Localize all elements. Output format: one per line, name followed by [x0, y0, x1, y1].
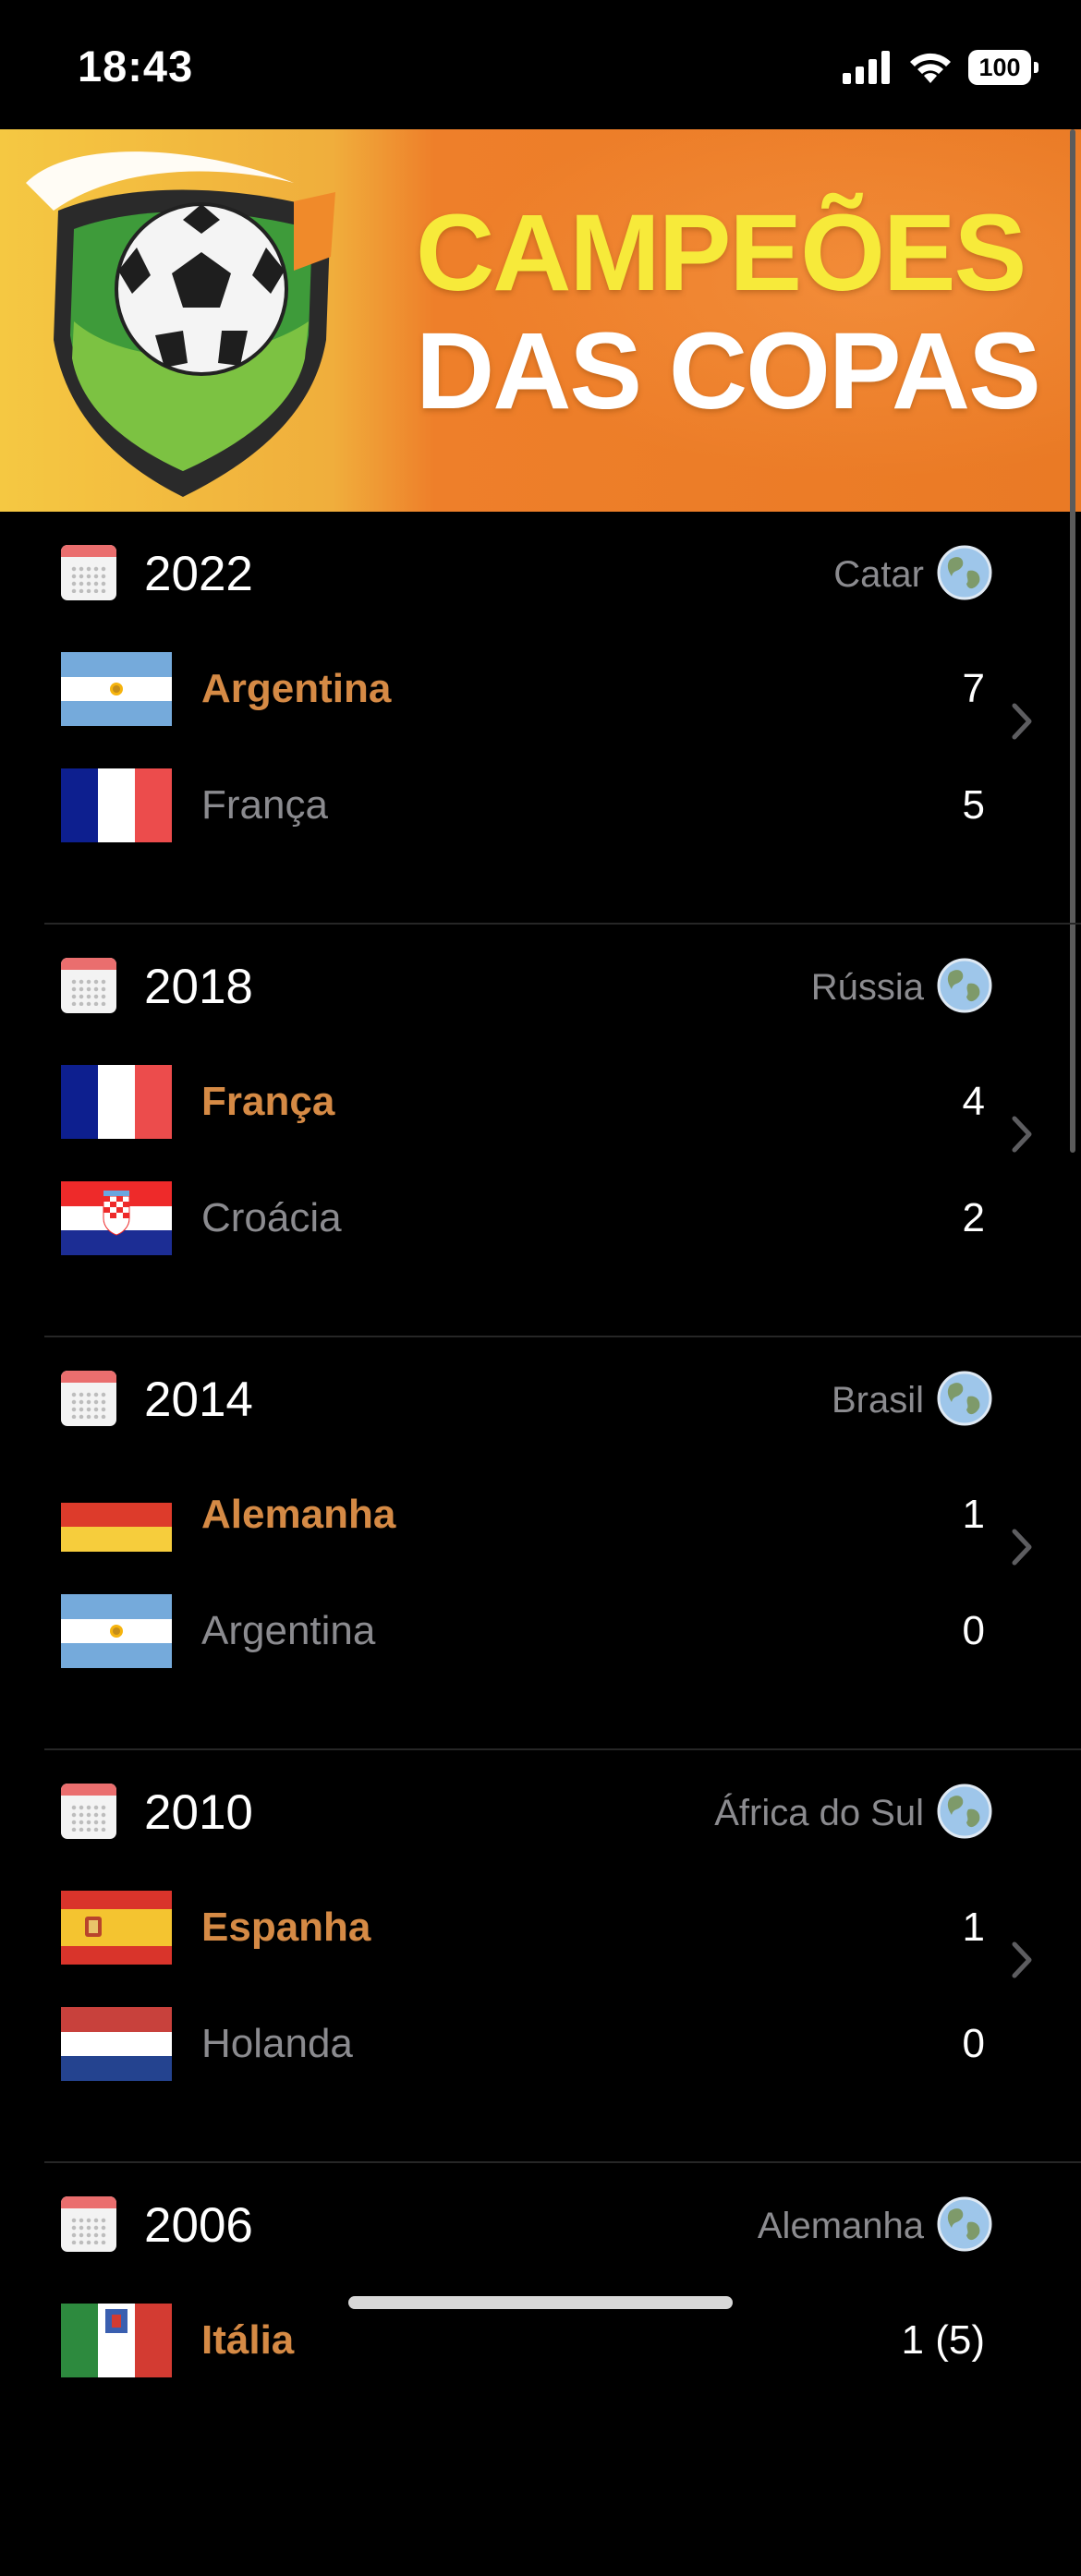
list-item[interactable]: 2010 África do Sul Espanha 1 Holanda 0	[0, 1750, 1081, 2163]
flag-argentina-icon	[61, 1594, 172, 1668]
runner-up-name: Argentina	[201, 1608, 376, 1653]
winner-name: Espanha	[201, 1905, 371, 1950]
runner-up-score: 5	[962, 782, 985, 828]
winner-name: França	[201, 1079, 335, 1124]
runner-up-name: França	[201, 782, 328, 828]
host-country: África do Sul	[714, 1793, 924, 1833]
list-item[interactable]: 2018 Rússia França 4 Croácia 2	[0, 925, 1081, 1337]
flag-italy-icon	[61, 2304, 172, 2377]
battery-icon: 100	[968, 50, 1038, 85]
flag-france-icon	[61, 768, 172, 842]
host-country: Alemanha	[757, 2206, 924, 2246]
host-country: Catar	[833, 554, 924, 595]
runner-up-score: 0	[962, 1608, 985, 1653]
flag-france-icon	[61, 1065, 172, 1139]
chevron-right-icon[interactable]	[1009, 1524, 1037, 1570]
winner-score: 4	[962, 1079, 985, 1124]
calendar-icon	[61, 545, 116, 600]
champions-list: 2022 Catar Argentina 7 França 5 2018 Rús…	[0, 512, 1081, 2576]
calendar-icon	[61, 958, 116, 1013]
banner-title-line2: DAS COPAS	[416, 310, 1041, 432]
chevron-right-icon[interactable]	[1009, 698, 1037, 744]
list-item[interactable]: 2014 Brasil Alemanha 1 Argentina 0	[0, 1337, 1081, 1750]
winner-name: Itália	[201, 2317, 295, 2363]
match-year: 2018	[144, 960, 253, 1014]
match-year: 2006	[144, 2198, 253, 2253]
status-icons: 100	[843, 48, 1038, 87]
calendar-icon	[61, 1784, 116, 1839]
calendar-icon	[61, 2196, 116, 2252]
winner-name: Alemanha	[201, 1492, 396, 1537]
soccer-shield-logo-icon	[26, 151, 335, 497]
runner-up-score: 2	[962, 1195, 985, 1240]
header-banner: CAMPEÕES DAS COPAS	[0, 129, 1081, 512]
host-country: Brasil	[831, 1380, 924, 1421]
status-time: 18:43	[78, 42, 194, 91]
banner-title-line1: CAMPEÕES	[416, 192, 1026, 314]
runner-up-name: Croácia	[201, 1195, 342, 1240]
flag-netherlands-icon	[61, 2007, 172, 2081]
globe-icon	[937, 958, 992, 1013]
list-item[interactable]: 2022 Catar Argentina 7 França 5	[0, 512, 1081, 925]
home-indicator[interactable]	[348, 2296, 733, 2309]
flag-germany-icon	[61, 1478, 172, 1552]
runner-up-name: Holanda	[201, 2021, 353, 2066]
match-year: 2010	[144, 1785, 253, 1840]
globe-icon	[937, 1784, 992, 1839]
flag-croatia-icon	[61, 1181, 172, 1255]
cellular-signal-icon	[843, 51, 890, 84]
status-bar: 18:43 100	[0, 0, 1081, 129]
match-year: 2014	[144, 1373, 253, 1427]
winner-score: 1 (5)	[901, 2317, 985, 2363]
calendar-icon	[61, 1371, 116, 1426]
wifi-icon	[910, 53, 951, 83]
match-year: 2022	[144, 547, 253, 601]
winner-score: 7	[962, 666, 985, 711]
host-country: Rússia	[810, 967, 924, 1008]
runner-up-score: 0	[962, 2021, 985, 2066]
winner-name: Argentina	[201, 666, 392, 711]
banner-title: CAMPEÕES DAS COPAS	[416, 192, 1041, 432]
chevron-right-icon[interactable]	[1009, 1937, 1037, 1983]
chevron-right-icon[interactable]	[1009, 1111, 1037, 1157]
winner-score: 1	[962, 1905, 985, 1950]
winner-score: 1	[962, 1492, 985, 1537]
globe-icon	[937, 2196, 992, 2252]
flag-spain-icon	[61, 1891, 172, 1965]
list-item[interactable]: 2006 Alemanha Itália 1 (5)	[0, 2163, 1081, 2576]
globe-icon	[937, 545, 992, 600]
flag-argentina-icon	[61, 652, 172, 726]
globe-icon	[937, 1371, 992, 1426]
